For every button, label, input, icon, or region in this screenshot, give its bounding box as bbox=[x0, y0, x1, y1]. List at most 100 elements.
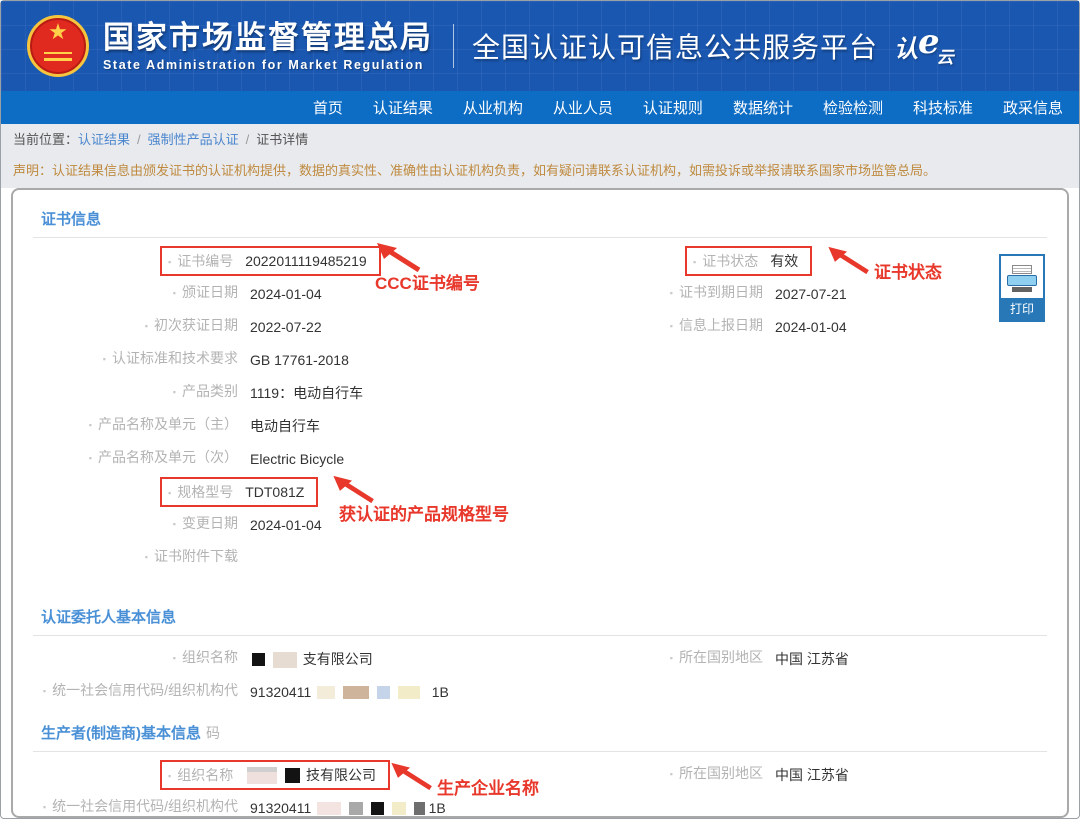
field-label: 认证标准和技术要求 bbox=[103, 350, 238, 366]
disclaimer-text: 声明：认证结果信息由颁发证书的认证机构提供，数据的真实性、准确性由认证机构负责，… bbox=[13, 156, 1067, 188]
field-row-issue-date: 颁证日期 2024-01-04 bbox=[33, 277, 618, 310]
section-divider bbox=[33, 751, 1047, 752]
field-value: 2024-01-04 bbox=[250, 517, 322, 533]
field-row-expiry-date: 证书到期日期 2027-07-21 bbox=[618, 277, 1047, 310]
breadcrumb-current: 证书详情 bbox=[256, 132, 308, 147]
field-label: 统一社会信用代码/组织机构代 bbox=[43, 798, 238, 814]
nav-item-rules[interactable]: 认证规则 bbox=[643, 97, 703, 118]
ren-e-yun-logo-icon: 认e云 bbox=[894, 26, 957, 66]
field-row-first-issue-date: 初次获证日期 2022-07-22 bbox=[33, 310, 618, 343]
nav-item-cert-results[interactable]: 认证结果 bbox=[373, 97, 433, 118]
field-row-cert-no: 证书编号 2022011119485219 CCC证书编号 bbox=[33, 244, 618, 277]
section-divider bbox=[33, 237, 1047, 238]
field-value-applicant-org: 支有限公司 bbox=[250, 649, 373, 669]
arrow-up-left-icon bbox=[375, 242, 421, 272]
redaction-block bbox=[398, 686, 420, 699]
arrow-up-left-icon bbox=[331, 475, 375, 503]
field-value: GB 17761-2018 bbox=[250, 352, 349, 368]
breadcrumb-prefix: 当前位置： bbox=[13, 132, 78, 147]
redaction-block bbox=[247, 767, 277, 784]
field-row-standard: 认证标准和技术要求 GB 17761-2018 bbox=[33, 343, 618, 376]
nav-item-institutions[interactable]: 从业机构 bbox=[463, 97, 523, 118]
certificate-detail-panel: 打印 证书信息 证书编号 2022011119485219 CCC证书编号 bbox=[11, 188, 1069, 818]
field-label: 证书到期日期 bbox=[670, 284, 763, 300]
field-label: 证书附件下载 bbox=[145, 548, 238, 564]
field-value: 中国 江苏省 bbox=[775, 649, 849, 669]
breadcrumb: 当前位置：认证结果 / 强制性产品认证 / 证书详情 bbox=[13, 124, 1067, 156]
field-label: 证书状态 bbox=[693, 251, 758, 271]
field-row-change-date: 变更日期 2024-01-04 bbox=[33, 508, 618, 541]
field-label: 变更日期 bbox=[173, 515, 238, 531]
field-row-model: 规格型号 TDT081Z 获认证的产品规格型号 bbox=[33, 475, 618, 508]
national-emblem-icon: ★ bbox=[27, 15, 89, 77]
field-label: 组织名称 bbox=[173, 649, 238, 665]
section-divider bbox=[33, 635, 1047, 636]
agency-title-block: 国家市场监督管理总局 State Administration for Mark… bbox=[103, 21, 433, 72]
nav-item-inspection[interactable]: 检验检测 bbox=[823, 97, 883, 118]
section-title: 证书信息 bbox=[33, 202, 1047, 237]
section-manufacturer-info: 生产者(制造商)基本信息 码 组织名称 技有限公司 bbox=[33, 716, 1047, 818]
main-nav: 首页 认证结果 从业机构 从业人员 认证规则 数据统计 检验检测 科技标准 政采… bbox=[1, 91, 1079, 124]
field-label: 初次获证日期 bbox=[145, 317, 238, 333]
field-row-category: 产品类别 1119：电动自行车 bbox=[33, 376, 618, 409]
section-certificate-info: 证书信息 证书编号 2022011119485219 CCC证书编号 颁证日期 … bbox=[33, 202, 1047, 574]
highlight-box-status: 证书状态 有效 bbox=[685, 246, 812, 276]
redaction-block bbox=[317, 686, 335, 699]
field-row-applicant-credit-code: 统一社会信用代码/组织机构代 91320411 1B bbox=[33, 675, 618, 708]
field-label: 所在国别地区 bbox=[670, 765, 763, 781]
redaction-block bbox=[349, 802, 363, 815]
field-value-model: TDT081Z bbox=[245, 484, 304, 500]
redaction-block bbox=[285, 768, 300, 783]
wrapped-label-char: 码 bbox=[206, 723, 220, 743]
field-value-cert-no: 2022011119485219 bbox=[245, 253, 366, 269]
field-label: 规格型号 bbox=[168, 482, 233, 502]
field-label: 所在国别地区 bbox=[670, 649, 763, 665]
field-value: 电动自行车 bbox=[250, 416, 320, 436]
field-row-applicant-org: 组织名称 支有限公司 bbox=[33, 642, 618, 675]
breadcrumb-band: 当前位置：认证结果 / 强制性产品认证 / 证书详情 声明：认证结果信息由颁发证书的认证… bbox=[1, 124, 1079, 188]
nav-item-home[interactable]: 首页 bbox=[313, 97, 343, 118]
field-row-manufacturer-org: 组织名称 技有限公司 生产企业名称 bbox=[33, 758, 618, 791]
field-label: 产品类别 bbox=[173, 383, 238, 399]
redaction-block bbox=[252, 653, 265, 666]
nav-item-personnel[interactable]: 从业人员 bbox=[553, 97, 613, 118]
field-value-status: 有效 bbox=[770, 251, 798, 271]
breadcrumb-separator: / bbox=[246, 132, 250, 147]
field-value: 中国 江苏省 bbox=[775, 765, 849, 785]
field-label: 产品名称及单元（次） bbox=[89, 449, 238, 465]
redaction-block bbox=[414, 802, 425, 815]
nav-item-standards[interactable]: 科技标准 bbox=[913, 97, 973, 118]
nav-item-statistics[interactable]: 数据统计 bbox=[733, 97, 793, 118]
arrow-up-left-icon bbox=[826, 246, 870, 274]
field-row-report-date: 信息上报日期 2024-01-04 bbox=[618, 310, 1047, 343]
redaction-block bbox=[371, 802, 384, 815]
breadcrumb-link-ccc[interactable]: 强制性产品认证 bbox=[148, 132, 239, 147]
field-row-status: 证书状态 有效 证书状态 bbox=[618, 244, 1047, 277]
platform-title: 全国认证认可信息公共服务平台 bbox=[472, 26, 878, 66]
field-label: 产品名称及单元（主） bbox=[89, 416, 238, 432]
field-label: 信息上报日期 bbox=[670, 317, 763, 333]
field-label: 组织名称 bbox=[168, 765, 233, 785]
field-value-applicant-credit-code: 91320411 1B bbox=[250, 684, 449, 700]
field-value: 2027-07-21 bbox=[775, 286, 847, 302]
field-label: 证书编号 bbox=[168, 251, 233, 271]
field-label: 颁证日期 bbox=[173, 284, 238, 300]
field-row-attachment: 证书附件下载 bbox=[33, 541, 618, 574]
field-row-applicant-region: 所在国别地区 中国 江苏省 bbox=[618, 642, 1047, 675]
section-title: 认证委托人基本信息 bbox=[33, 600, 1047, 635]
section-applicant-info: 认证委托人基本信息 组织名称 支有限公司 统一社会信用代码/组织机构代 9132… bbox=[33, 600, 1047, 708]
field-row-manufacturer-credit-code: 统一社会信用代码/组织机构代 91320411 1B bbox=[33, 791, 618, 818]
field-value-manufacturer-org: 技有限公司 bbox=[245, 765, 376, 785]
field-value: 2024-01-04 bbox=[250, 286, 322, 302]
field-value: 1119：电动自行车 bbox=[250, 383, 363, 403]
field-row-product-main: 产品名称及单元（主） 电动自行车 bbox=[33, 409, 618, 442]
field-value: 2024-01-04 bbox=[775, 319, 847, 335]
breadcrumb-separator: / bbox=[137, 132, 141, 147]
breadcrumb-link-cert-results[interactable]: 认证结果 bbox=[78, 132, 130, 147]
field-row-product-secondary: 产品名称及单元（次） Electric Bicycle bbox=[33, 442, 618, 475]
field-label: 统一社会信用代码/组织机构代 bbox=[43, 682, 238, 698]
highlight-box-model: 规格型号 TDT081Z bbox=[160, 477, 318, 507]
highlight-box-manufacturer-org: 组织名称 技有限公司 bbox=[160, 760, 390, 790]
nav-item-procurement[interactable]: 政采信息 bbox=[1003, 97, 1063, 118]
agency-name-cn: 国家市场监督管理总局 bbox=[103, 21, 433, 55]
